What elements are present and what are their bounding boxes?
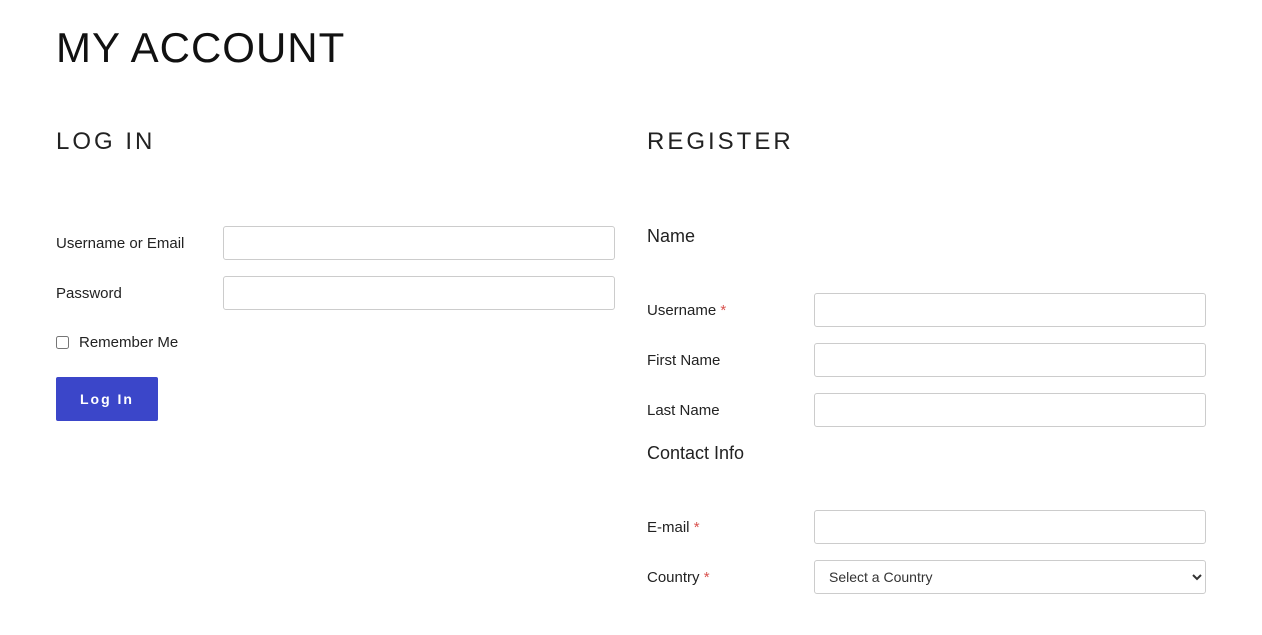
login-username-input[interactable] (223, 226, 615, 260)
register-firstname-row: First Name (647, 343, 1206, 377)
login-heading: LOG IN (56, 128, 615, 156)
register-email-row: E-mail * (647, 510, 1206, 544)
register-email-input[interactable] (814, 510, 1206, 544)
register-username-input[interactable] (814, 293, 1206, 327)
login-username-row: Username or Email (56, 226, 615, 260)
register-contact-subheading: Contact Info (647, 443, 1206, 464)
login-section: LOG IN Username or Email Password Rememb… (56, 128, 615, 610)
required-asterisk: * (720, 302, 726, 319)
register-email-label: E-mail * (647, 519, 814, 536)
register-firstname-input[interactable] (814, 343, 1206, 377)
register-country-select[interactable]: Select a Country (814, 560, 1206, 594)
login-password-input[interactable] (223, 276, 615, 310)
register-country-row: Country * Select a Country (647, 560, 1206, 594)
login-button[interactable]: Log In (56, 377, 158, 421)
required-asterisk: * (704, 569, 710, 586)
login-username-label: Username or Email (56, 235, 223, 252)
login-password-label: Password (56, 285, 223, 302)
register-username-label-text: Username (647, 302, 716, 319)
required-asterisk: * (694, 519, 700, 536)
register-country-label: Country * (647, 569, 814, 586)
remember-me-row: Remember Me (56, 334, 615, 351)
remember-me-label[interactable]: Remember Me (79, 334, 178, 351)
remember-me-checkbox[interactable] (56, 336, 69, 349)
register-heading: REGISTER (647, 128, 1206, 156)
register-name-subheading: Name (647, 226, 1206, 247)
register-email-label-text: E-mail (647, 519, 690, 536)
register-lastname-row: Last Name (647, 393, 1206, 427)
register-lastname-input[interactable] (814, 393, 1206, 427)
register-firstname-label: First Name (647, 352, 814, 369)
register-section: REGISTER Name Username * First Name Last… (647, 128, 1206, 610)
register-lastname-label: Last Name (647, 402, 814, 419)
page-title: MY ACCOUNT (56, 24, 1206, 72)
login-password-row: Password (56, 276, 615, 310)
register-username-label: Username * (647, 302, 814, 319)
register-country-label-text: Country (647, 569, 700, 586)
register-username-row: Username * (647, 293, 1206, 327)
